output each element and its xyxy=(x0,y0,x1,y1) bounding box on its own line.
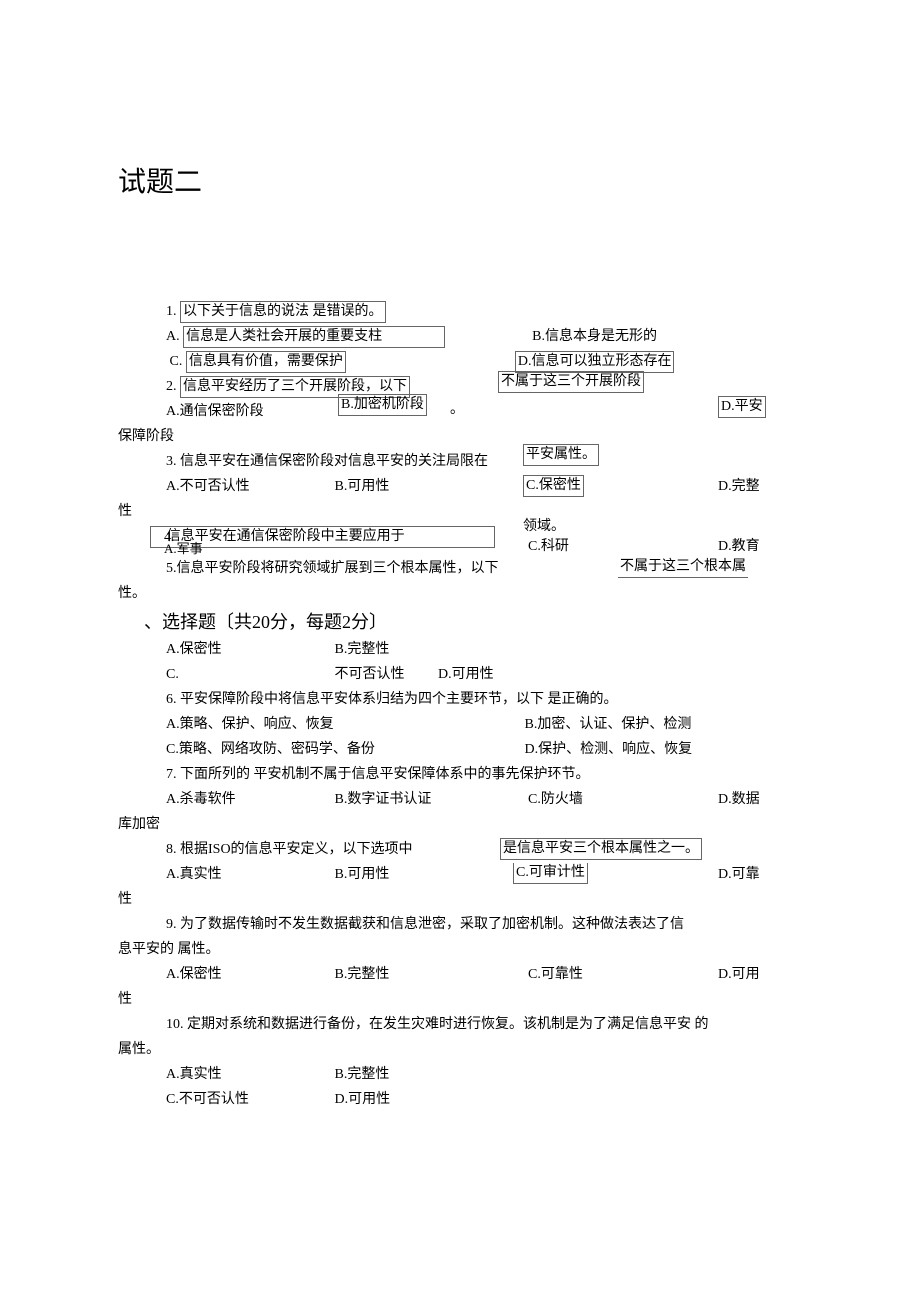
q5-num: 5. xyxy=(166,561,177,576)
q7-a: A.杀毒软件 xyxy=(166,788,331,812)
q9-cont: 息平安的 属性。 xyxy=(118,938,802,962)
q9-a: A.保密性 xyxy=(166,963,331,987)
q8-c: C.可审计性 xyxy=(513,863,588,884)
q5-b: B.完整性 xyxy=(335,642,390,657)
q5-stem: 5.信息平安阶段将研究领域扩展到三个根本属性，以下 不属于这三个根本属 xyxy=(118,557,802,581)
q3-tail-box: 平安属性。 xyxy=(523,444,599,466)
q3-d: D.完整 xyxy=(718,475,760,499)
q2-num: 2. xyxy=(166,379,177,394)
q6-num: 6. xyxy=(166,692,180,707)
q6-a: A.策略、保护、响应、恢复 xyxy=(166,713,521,737)
q4-c: C.科研 xyxy=(528,535,569,559)
q1-b: B.信息本身是无形的 xyxy=(532,329,657,344)
q10-stem: 10. 定期对系统和数据进行备份，在发生灾难时进行恢复。该机制是为了满足信息平安… xyxy=(118,1013,802,1037)
q6-stem-text: 平安保障阶段中将信息平安体系归结为四个主要环节，以下 是正确的。 xyxy=(180,692,618,707)
q6-row-ab: A.策略、保护、响应、恢复 B.加密、认证、保护、检测 xyxy=(118,713,802,737)
q7-num: 7. xyxy=(166,767,180,782)
q1-a-box: 信息是人类社会开展的重要支柱 xyxy=(183,326,445,348)
q3-cont: 性 xyxy=(118,500,802,524)
q7-b: B.数字证书认证 xyxy=(335,788,525,812)
q4-d: D.教育 xyxy=(718,535,760,559)
q2-dot: 。 xyxy=(450,398,464,422)
q1-stem-box: 以下关于信息的说法 是错误的。 xyxy=(180,301,386,323)
q5-stem-text: 信息平安阶段将研究领域扩展到三个根本属性，以下 xyxy=(177,561,499,576)
q10-cont: 属性。 xyxy=(118,1038,802,1062)
q7-stem-text: 下面所列的 平安机制不属于信息平安保障体系中的事先保护环节。 xyxy=(180,767,590,782)
q5-row-ab: A.保密性 B.完整性 xyxy=(118,638,802,662)
q5-a: A.保密性 xyxy=(166,638,331,662)
q9-num: 9. xyxy=(166,917,180,932)
q9-stem: 9. 为了数据传输时不发生数据截获和信息泄密，采取了加密机制。这种做法表达了信 xyxy=(118,913,802,937)
q2-tail-box: 不属于这三个开展阶段 xyxy=(498,371,644,393)
q8-stem: 8. 根据ISO的信息平安定义，以下选项中 是信息平安三个根本属性之一。 xyxy=(118,838,802,862)
q6-stem: 6. 平安保障阶段中将信息平安体系归结为四个主要环节，以下 是正确的。 xyxy=(118,688,802,712)
q10-num: 10. xyxy=(166,1017,187,1032)
q1-d-box: D.信息可以独立形态存在 xyxy=(515,351,675,373)
q3-stem-text: 信息平安在通信保密阶段对信息平安的关注局限在 xyxy=(180,454,488,469)
q1-stem: 1. 以下关于信息的说法 是错误的。 xyxy=(118,300,802,324)
q1-c-label: C. xyxy=(170,354,183,369)
q9-cont2: 性 xyxy=(118,988,802,1012)
q2-cont: 保障阶段 xyxy=(118,425,802,449)
q7-stem: 7. 下面所列的 平安机制不属于信息平安保障体系中的事先保护环节。 xyxy=(118,763,802,787)
q9-c: C.可靠性 xyxy=(528,963,708,987)
q8-tail-box: 是信息平安三个根本属性之一。 xyxy=(500,838,702,860)
q8-row: A.真实性 B.可用性 C.可审计性 D.可靠 xyxy=(118,863,802,887)
q5-row-cd: C. 不可否认性 D.可用性 xyxy=(118,663,802,687)
q9-d: D.可用 xyxy=(718,963,760,987)
q3-c-box: C.保密性 xyxy=(523,475,584,497)
q8-d: D.可靠 xyxy=(718,863,760,887)
q6-c: C.策略、网络攻防、密码学、备份 xyxy=(166,738,521,762)
q9-b: B.完整性 xyxy=(335,963,525,987)
q2-stem: 2. 信息平安经历了三个开展阶段，以下 不属于这三个开展阶段 xyxy=(118,375,802,399)
q8-stem-text: 根据ISO的信息平安定义，以下选项中 xyxy=(180,842,413,857)
section-heading: 、选择题〔共20分，每题2分〕 xyxy=(118,608,802,634)
q7-row: A.杀毒软件 B.数字证书认证 C.防火墙 D.数据 xyxy=(118,788,802,812)
q1-a-label: A. xyxy=(166,329,180,344)
q10-b: B.完整性 xyxy=(335,1067,390,1082)
q5-tail-box: 不属于这三个根本属 xyxy=(618,557,748,578)
q5-d: D.可用性 xyxy=(438,667,494,682)
q3-num: 3. xyxy=(166,454,180,469)
q5-c2: 不可否认性 xyxy=(335,663,435,687)
q8-num: 8. xyxy=(166,842,180,857)
q9-row: A.保密性 B.完整性 C.可靠性 D.可用 xyxy=(118,963,802,987)
q10-row-cd: C.不可否认性 D.可用性 xyxy=(118,1088,802,1112)
q3-b: B.可用性 xyxy=(335,475,475,499)
q10-stem-text: 定期对系统和数据进行备份，在发生灾难时进行恢复。该机制是为了满足信息平安 的 xyxy=(187,1017,709,1032)
q4-stem: X 信息平安在通信保密阶段中主要应用于 4. A.军事 领域。 C.科研 D.教… xyxy=(118,525,802,549)
q1-row-cd: C. 信息具有价值，需要保护 D.信息可以独立形态存在 xyxy=(118,350,802,374)
q1-c-box: 信息具有价值，需要保护 xyxy=(186,351,346,373)
q7-d: D.数据 xyxy=(718,788,760,812)
q10-a: A.真实性 xyxy=(166,1063,331,1087)
q2-a: A.通信保密阶段 xyxy=(166,400,336,424)
q9-stem-text: 为了数据传输时不发生数据截获和信息泄密，采取了加密机制。这种做法表达了信 xyxy=(180,917,684,932)
q8-cont: 性 xyxy=(118,888,802,912)
q1-num: 1. xyxy=(166,304,177,319)
q5-cont: 性。 xyxy=(118,582,802,606)
q3-row: A.不可否认性 B.可用性 C.保密性 D.完整 xyxy=(118,475,802,499)
q6-row-cd: C.策略、网络攻防、密码学、备份 D.保护、检测、响应、恢复 xyxy=(118,738,802,762)
q8-a: A.真实性 xyxy=(166,863,331,887)
q10-row-ab: A.真实性 B.完整性 xyxy=(118,1063,802,1087)
q2-d-box: D.平安 xyxy=(718,396,766,418)
q10-c: C.不可否认性 xyxy=(166,1088,331,1112)
q3-a: A.不可否认性 xyxy=(166,475,331,499)
page-title: 试题二 xyxy=(118,160,802,200)
q6-d: D.保护、检测、响应、恢复 xyxy=(525,742,693,757)
q8-b: B.可用性 xyxy=(335,863,505,887)
q7-c: C.防火墙 xyxy=(528,788,708,812)
q6-b: B.加密、认证、保护、检测 xyxy=(525,717,692,732)
exam-page: 试题二 1. 以下关于信息的说法 是错误的。 A. 信息是人类社会开展的重要支柱… xyxy=(0,0,920,1112)
q7-cont: 库加密 xyxy=(118,813,802,837)
q10-d: D.可用性 xyxy=(335,1092,391,1107)
q3-stem: 3. 信息平安在通信保密阶段对信息平安的关注局限在 平安属性。 xyxy=(118,450,802,474)
q2-b-box: B.加密机阶段 xyxy=(338,394,427,416)
q2-row: 。 A.通信保密阶段 B.加密机阶段 D.平安 xyxy=(118,400,802,424)
q5-c: C. xyxy=(166,663,331,687)
q1-row-ab: A. 信息是人类社会开展的重要支柱 B.信息本身是无形的 xyxy=(118,325,802,349)
